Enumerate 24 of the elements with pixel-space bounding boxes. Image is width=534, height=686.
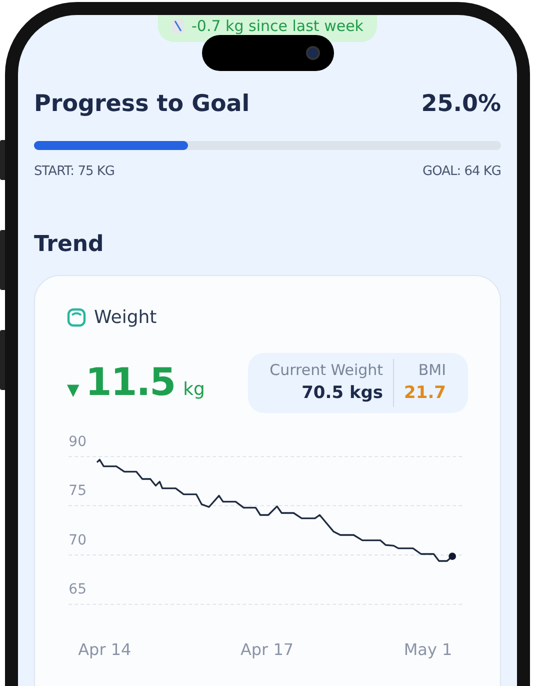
stat-value: 70.5 kgs bbox=[302, 382, 384, 405]
camera-lens bbox=[306, 46, 320, 60]
goal-label: GOAL: 64 KG bbox=[422, 163, 501, 181]
axis-label: 75 bbox=[68, 482, 86, 498]
axis-label: 65 bbox=[68, 581, 86, 598]
axis-label: 90 bbox=[68, 434, 86, 450]
down-arrow: ▼ bbox=[67, 378, 80, 400]
banner-text: -0.7 kg since last week bbox=[192, 16, 364, 37]
section-title: Trend bbox=[34, 230, 105, 258]
axis-label: Apr 17 bbox=[240, 640, 294, 658]
stat-label: Current Weight bbox=[270, 360, 384, 380]
stat-label: BMI bbox=[418, 360, 446, 380]
trend-icon bbox=[172, 19, 184, 34]
axis-label: Apr 14 bbox=[78, 640, 132, 658]
scale-icon bbox=[67, 308, 86, 326]
progress-title: Progress to Goal bbox=[34, 90, 250, 118]
stat-value: 21.7 bbox=[404, 382, 446, 405]
start-label: START: 75 KG bbox=[34, 163, 114, 181]
card-title: Weight bbox=[94, 306, 157, 330]
change-unit: kg bbox=[183, 378, 205, 402]
axis-label: May 1 bbox=[404, 640, 452, 658]
axis-label: 70 bbox=[68, 532, 86, 548]
change-value: 11.5 bbox=[85, 362, 176, 400]
progress-percent: 25.0% bbox=[421, 90, 501, 118]
